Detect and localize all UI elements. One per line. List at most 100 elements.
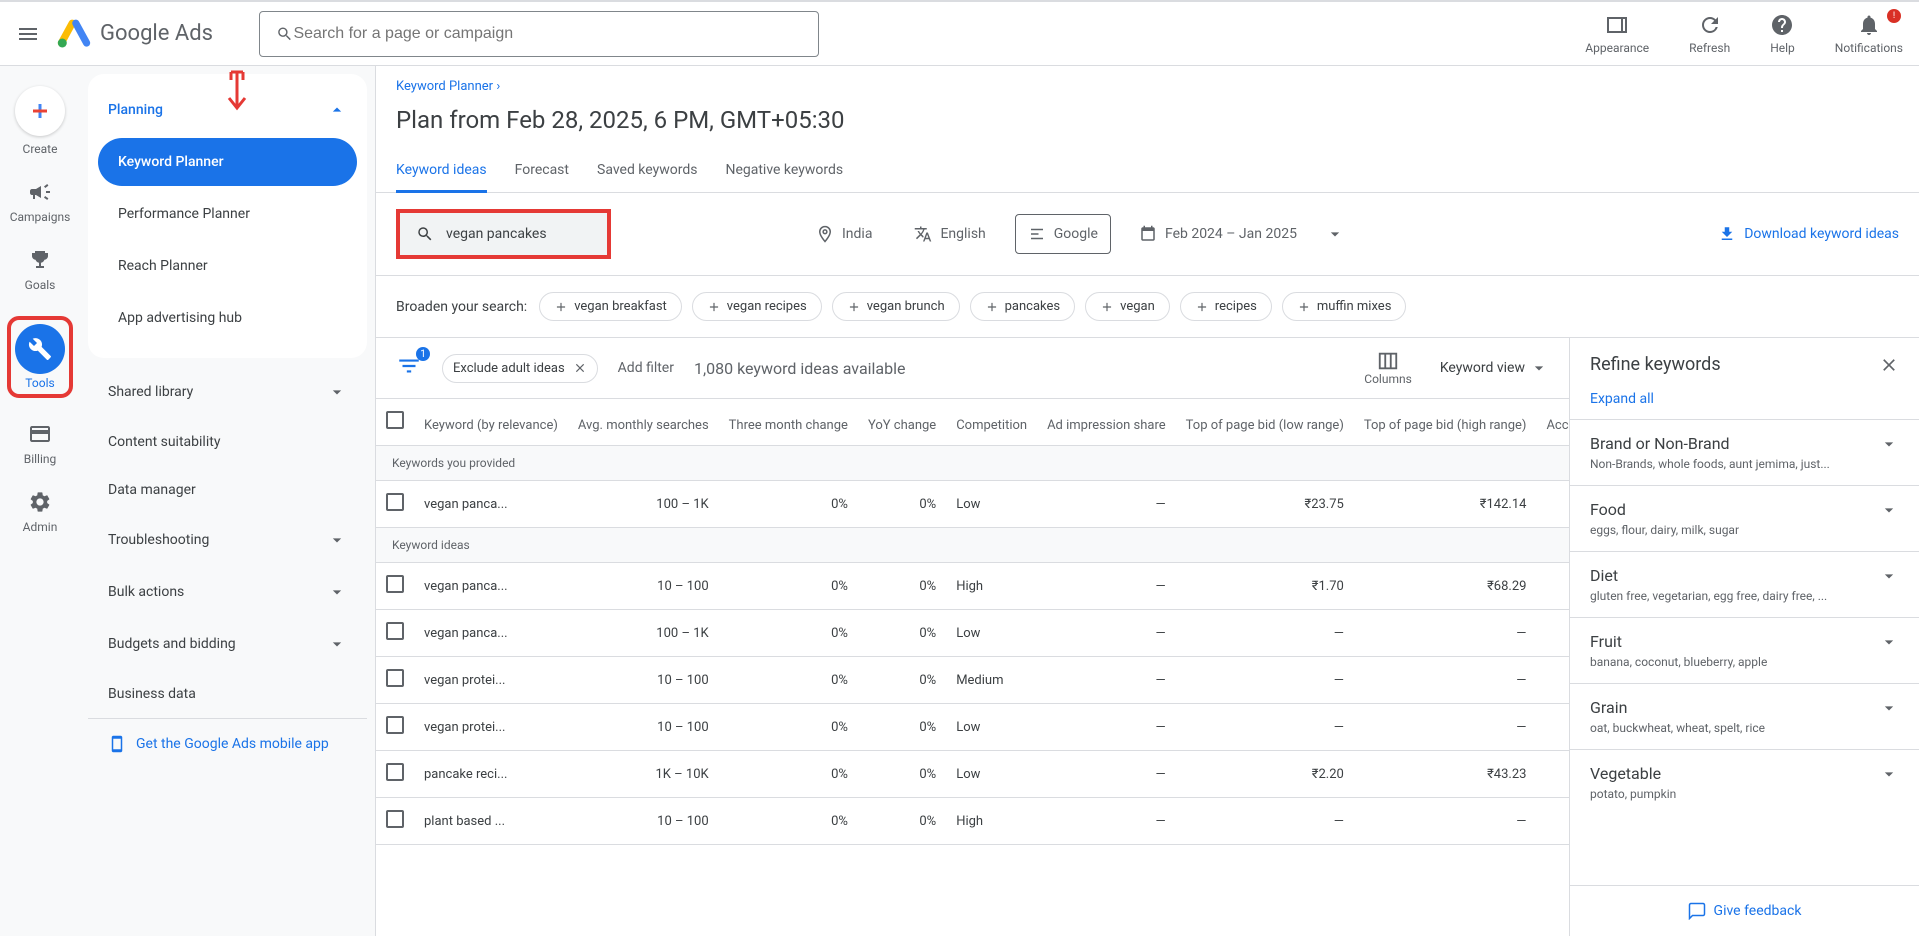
tab-forecast[interactable]: Forecast — [515, 150, 569, 192]
refine-group[interactable]: Fruitbanana, coconut, blueberry, apple — [1570, 617, 1919, 683]
tools-nav[interactable]: Tools — [15, 324, 65, 390]
cell-yoy: 0% — [858, 657, 946, 704]
mobile-app-link[interactable]: Get the Google Ads mobile app — [88, 718, 367, 769]
refine-group[interactable]: Vegetablepotato, pumpkin — [1570, 749, 1919, 815]
broaden-chip[interactable]: muffin mixes — [1282, 292, 1407, 321]
row-checkbox[interactable] — [386, 716, 404, 734]
create-button[interactable]: Create — [15, 86, 65, 156]
view-select[interactable]: Keyword view — [1440, 358, 1549, 378]
broaden-chip[interactable]: vegan — [1085, 292, 1170, 321]
shared-library-nav[interactable]: Shared library — [88, 366, 367, 418]
columns-button[interactable]: Columns — [1364, 350, 1412, 386]
table-row: vegan protei...10 – 1000%0%Low——— — [376, 704, 1569, 751]
refresh-button[interactable]: Refresh — [1689, 13, 1730, 55]
search-box[interactable] — [259, 11, 819, 57]
search-input[interactable] — [293, 25, 802, 43]
broaden-chip[interactable]: vegan brunch — [832, 292, 960, 321]
col-bid-high[interactable]: Top of page bid (high range) — [1354, 399, 1537, 446]
cell-keyword[interactable]: pancake reci... — [414, 751, 568, 798]
cell-low: ₹2.20 — [1176, 751, 1354, 798]
keyword-search-box[interactable]: vegan pancakes — [396, 209, 611, 259]
tab-negative-keywords[interactable]: Negative keywords — [725, 150, 843, 192]
row-checkbox[interactable] — [386, 575, 404, 593]
download-button[interactable]: Download keyword ideas — [1718, 225, 1899, 243]
app-hub-nav[interactable]: App advertising hub — [98, 294, 357, 342]
appearance-button[interactable]: Appearance — [1585, 13, 1649, 55]
broaden-chip[interactable]: vegan recipes — [692, 292, 822, 321]
planning-header[interactable]: Planning — [88, 86, 367, 134]
row-checkbox[interactable] — [386, 763, 404, 781]
menu-icon[interactable] — [16, 22, 40, 46]
select-all-checkbox[interactable] — [386, 411, 404, 429]
col-three-month[interactable]: Three month change — [719, 399, 858, 446]
broaden-chip[interactable]: vegan breakfast — [539, 292, 682, 321]
row-checkbox[interactable] — [386, 669, 404, 687]
tools-highlight-box: Tools — [7, 316, 73, 398]
row-checkbox[interactable] — [386, 622, 404, 640]
refine-group[interactable]: Grainoat, buckwheat, wheat, spelt, rice — [1570, 683, 1919, 749]
tab-keyword-ideas[interactable]: Keyword ideas — [396, 150, 487, 193]
business-data-nav[interactable]: Business data — [88, 670, 367, 718]
table-row: pancake reci...1K – 10K0%0%Low—₹2.20₹43.… — [376, 751, 1569, 798]
refine-group-title: Brand or Non-Brand — [1590, 434, 1830, 453]
content-suitability-nav[interactable]: Content suitability — [88, 418, 367, 466]
cell-yoy: 0% — [858, 751, 946, 798]
tab-saved-keywords[interactable]: Saved keywords — [597, 150, 697, 192]
col-competition[interactable]: Competition — [946, 399, 1037, 446]
broaden-chip[interactable]: pancakes — [970, 292, 1076, 321]
chevron-down-icon — [327, 530, 347, 550]
admin-nav[interactable]: Admin — [23, 490, 58, 534]
cell-keyword[interactable]: vegan protei... — [414, 704, 568, 751]
budgets-bidding-nav[interactable]: Budgets and bidding — [88, 618, 367, 670]
row-checkbox[interactable] — [386, 493, 404, 511]
col-ad-impression[interactable]: Ad impression share — [1037, 399, 1176, 446]
filter-funnel-button[interactable]: 1 — [396, 353, 422, 383]
cell-keyword[interactable]: vegan panca... — [414, 481, 568, 528]
date-range-filter[interactable]: Feb 2024 – Jan 2025 — [1127, 214, 1357, 254]
refine-group[interactable]: Dietgluten free, vegetarian, egg free, d… — [1570, 551, 1919, 617]
expand-all-link[interactable]: Expand all — [1590, 391, 1654, 407]
chevron-down-icon — [1879, 698, 1899, 718]
logo[interactable]: Google Ads — [56, 16, 213, 52]
cell-keyword[interactable]: vegan panca... — [414, 610, 568, 657]
col-yoy[interactable]: YoY change — [858, 399, 946, 446]
cell-keyword[interactable]: vegan panca... — [414, 563, 568, 610]
bulk-actions-nav[interactable]: Bulk actions — [88, 566, 367, 618]
row-checkbox[interactable] — [386, 810, 404, 828]
notifications-button[interactable]: ! Notifications — [1835, 13, 1903, 55]
refine-group[interactable]: Foodeggs, flour, dairy, milk, sugar — [1570, 485, 1919, 551]
language-filter[interactable]: English — [901, 214, 998, 254]
network-filter[interactable]: Google — [1015, 214, 1111, 254]
col-avg-monthly[interactable]: Avg. monthly searches — [568, 399, 719, 446]
refine-group-title: Diet — [1590, 566, 1827, 585]
exclude-adult-chip[interactable]: Exclude adult ideas — [442, 354, 598, 383]
col-bid-low[interactable]: Top of page bid (low range) — [1176, 399, 1354, 446]
close-panel-icon[interactable] — [1879, 355, 1899, 375]
refine-group-title: Fruit — [1590, 632, 1767, 651]
add-filter-button[interactable]: Add filter — [618, 360, 674, 376]
chevron-down-icon — [1879, 566, 1899, 586]
billing-nav[interactable]: Billing — [24, 422, 57, 466]
cell-keyword[interactable]: plant based ... — [414, 798, 568, 845]
cell-status — [1536, 657, 1569, 704]
megaphone-icon — [28, 180, 52, 204]
close-icon[interactable] — [573, 361, 587, 375]
troubleshooting-nav[interactable]: Troubleshooting — [88, 514, 367, 566]
goals-nav[interactable]: Goals — [25, 248, 56, 292]
campaigns-nav[interactable]: Campaigns — [10, 180, 71, 224]
appearance-icon — [1605, 13, 1629, 37]
cell-keyword[interactable]: vegan protei... — [414, 657, 568, 704]
location-filter[interactable]: India — [803, 214, 885, 254]
feedback-button[interactable]: Give feedback — [1570, 885, 1919, 936]
help-button[interactable]: Help — [1770, 13, 1795, 55]
breadcrumb-link[interactable]: Keyword Planner › — [396, 79, 500, 94]
data-manager-nav[interactable]: Data manager — [88, 466, 367, 514]
broaden-chip[interactable]: recipes — [1180, 292, 1272, 321]
performance-planner-nav[interactable]: Performance Planner — [98, 190, 357, 238]
col-keyword[interactable]: Keyword (by relevance) — [414, 399, 568, 446]
col-account-status[interactable]: Account status — [1536, 399, 1569, 446]
cell-high: — — [1354, 610, 1537, 657]
reach-planner-nav[interactable]: Reach Planner — [98, 242, 357, 290]
refine-group[interactable]: Brand or Non-BrandNon-Brands, whole food… — [1570, 419, 1919, 485]
keyword-planner-nav[interactable]: Keyword Planner — [98, 138, 357, 186]
